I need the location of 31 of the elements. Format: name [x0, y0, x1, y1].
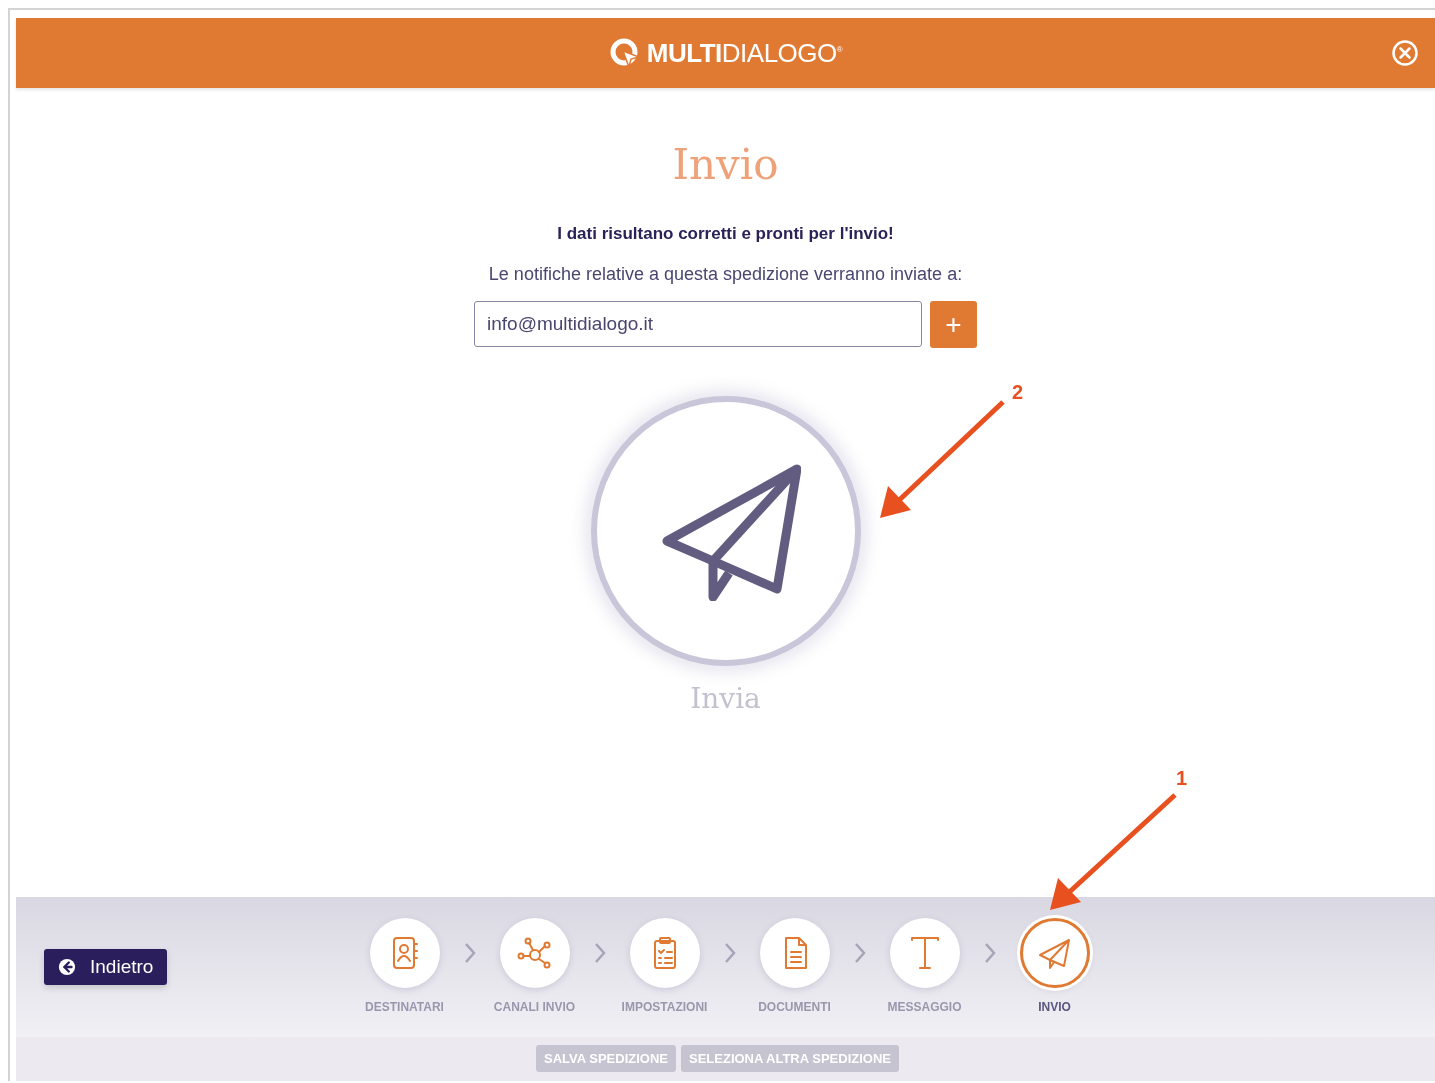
step-label: CANALI INVIO	[493, 1000, 576, 1014]
step-button[interactable]	[759, 918, 830, 988]
step-label: INVIO	[1038, 1000, 1071, 1014]
step-label: DOCUMENTI	[758, 1000, 831, 1014]
step-button[interactable]	[1019, 918, 1090, 988]
step-label: MESSAGGIO	[887, 1000, 962, 1014]
logo-text: MULTIDIALOGO$^{®}$	[646, 37, 843, 69]
step-button[interactable]	[889, 918, 960, 988]
step-label: IMPOSTAZIONI	[621, 1000, 708, 1014]
chevron-icon	[463, 942, 476, 964]
chevron-icon	[983, 942, 996, 964]
annotation-number: 2	[1012, 380, 1024, 404]
email-field[interactable]: info@multidialogo.it	[474, 301, 922, 347]
chevron-icon	[593, 942, 606, 964]
close-button[interactable]	[1391, 39, 1419, 67]
chevron-icon	[853, 942, 866, 964]
notice-text: Le notifiche relative a questa spedizione verranno inviate a:	[488, 264, 963, 285]
step-button[interactable]	[369, 918, 440, 988]
footer-button[interactable]: SALVA SPEDIZIONE	[536, 1045, 676, 1072]
logo-icon	[608, 37, 641, 69]
annotation-number: 1	[1176, 766, 1188, 790]
chevron-icon	[723, 942, 736, 964]
confirmation-message: I dati risultano corretti e pronti per l'invio!	[557, 224, 894, 244]
back-button[interactable]: Indietro	[44, 949, 168, 985]
step-label: DESTINATARI	[365, 1000, 444, 1014]
footer-button[interactable]: SELEZIONA ALTRA SPEDIZIONE	[681, 1045, 899, 1072]
page-title: Invio	[672, 139, 779, 191]
step-button[interactable]	[499, 918, 570, 988]
step-button[interactable]	[629, 918, 700, 988]
send-label: Invia	[690, 682, 761, 715]
add-button[interactable]: +	[930, 301, 977, 348]
